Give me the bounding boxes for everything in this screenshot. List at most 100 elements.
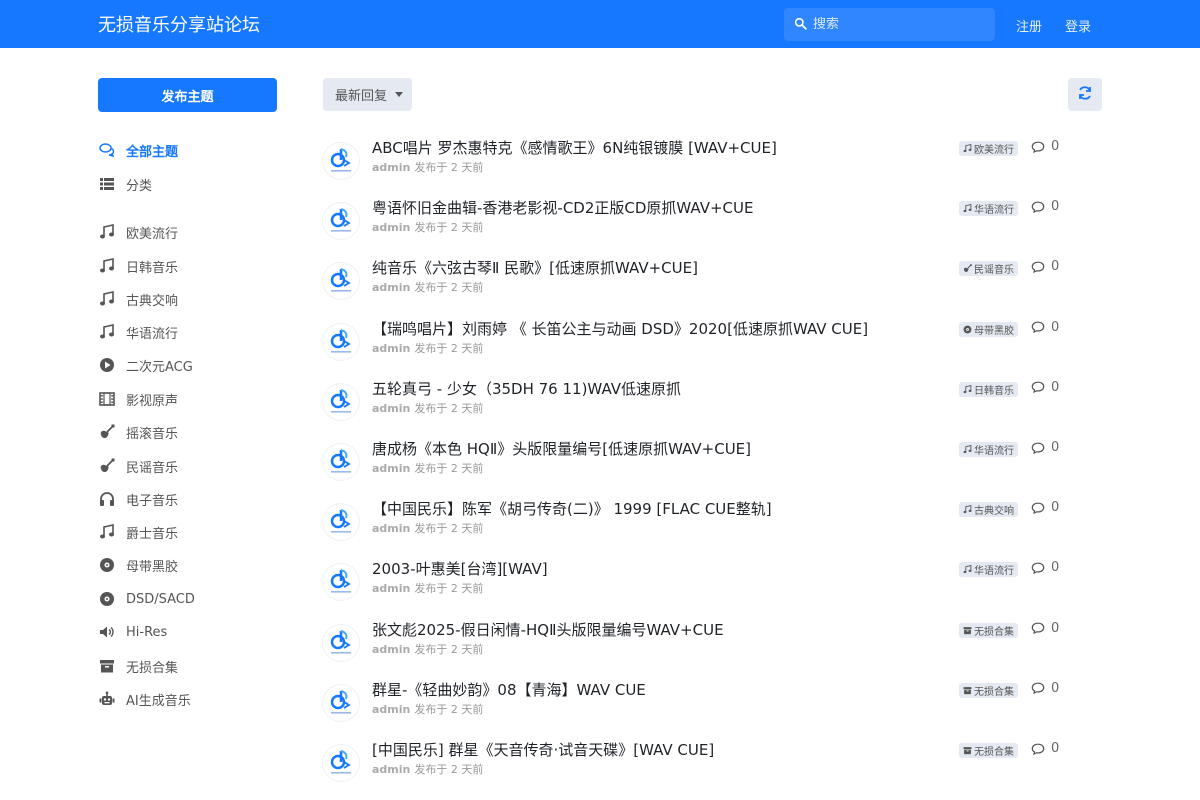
category-tag[interactable]: 华语流行 [959,201,1018,217]
topic-title[interactable]: 群星-《轻曲妙韵》08【青海】WAV CUE [372,679,646,700]
sidebar-item-label: 日韩音乐 [126,260,179,276]
sidebar-item-label: 爵士音乐 [126,526,179,542]
topic-row[interactable]: 群星-《轻曲妙韵》08【青海】WAV CUE admin 发布于 2 天前 无损合集 0 [323,679,1103,737]
topic-author[interactable]: admin [372,221,410,234]
sidebar-item[interactable]: 华语流行 [98,322,178,342]
sidebar-item[interactable]: 电子音乐 [98,489,178,509]
sidebar-item[interactable]: 民谣音乐 [98,456,178,476]
sidebar-item[interactable]: Hi-Res [98,622,167,642]
sidebar-item[interactable]: 母带黑胶 [98,555,178,575]
topic-row[interactable]: 粤语怀旧金曲辑-香港老影视-CD2正版CD原抓WAV+CUE admin 发布于 2… [323,197,1103,255]
record-icon [98,556,116,574]
topic-row[interactable]: 【瑞鸣唱片】刘雨婷 《 长笛公主与动画 DSD》2020[低速原抓WAV CUE… [323,318,1103,376]
site-title[interactable]: 无损音乐分享站论坛 [98,11,260,37]
category-tag[interactable]: 欧美流行 [959,141,1018,156]
sidebar-item[interactable]: 影视原声 [98,389,178,409]
category-tag[interactable]: 华语流行 [959,442,1018,457]
avatar[interactable] [323,143,359,179]
sidebar-item[interactable]: 古典交响 [98,289,178,309]
topic-author[interactable]: admin [372,643,410,656]
sidebar-item[interactable]: 爵士音乐 [98,522,178,542]
topic-author[interactable]: admin [372,281,410,294]
login-link[interactable]: 登录 [1065,16,1091,35]
sidebar-item[interactable]: 摇滚音乐 [98,422,178,442]
music-note-icon [963,384,974,394]
category-tag-label: 古典交响 [974,506,1014,518]
topic-row[interactable]: 2003-叶惠美[台湾][WAV] admin 发布于 2 天前 华语流行 0 [323,558,1103,616]
avatar[interactable] [323,624,359,661]
search-box[interactable] [784,8,995,41]
reply-count-value: 0 [1051,259,1060,275]
avatar[interactable] [323,504,359,541]
topic-author[interactable]: admin [372,342,410,355]
comment-icon [1031,561,1051,575]
sidebar-item[interactable]: 日韩音乐 [98,256,178,276]
topic-row[interactable]: 唐成杨《本色 HQⅡ》头版限量编号[低速原抓WAV+CUE] admin 发布于 2… [323,438,1103,496]
category-tag[interactable]: 华语流行 [959,562,1018,578]
topic-title[interactable]: ABC唱片 罗杰惠特克《感情歌王》6N纯银镀膜 [WAV+CUE] [372,137,777,158]
topic-author[interactable]: admin [372,582,410,595]
topic-author[interactable]: admin [372,161,410,174]
caret-down-icon [395,92,404,97]
topic-time: 发布于 2 天前 [414,401,484,415]
topic-title[interactable]: 粤语怀旧金曲辑-香港老影视-CD2正版CD原抓WAV+CUE [372,197,754,218]
post-topic-button[interactable]: 发布主题 [98,78,277,112]
sidebar-item-label: 古典交响 [126,293,179,309]
topic-author[interactable]: admin [372,522,410,535]
category-tag[interactable]: 日韩音乐 [959,381,1018,397]
topic-author[interactable]: admin [372,462,410,475]
topic-author[interactable]: admin [372,402,410,415]
sidebar-item[interactable]: 欧美流行 [98,222,178,242]
topic-title[interactable]: 唐成杨《本色 HQⅡ》头版限量编号[低速原抓WAV+CUE] [372,438,751,459]
search-icon [794,15,807,34]
avatar[interactable] [323,203,359,240]
reply-count: 0 [1031,320,1059,335]
register-link[interactable]: 注册 [1016,16,1042,35]
topic-row[interactable]: 【中国民乐】陈军《胡弓传奇(二)》 1999 [FLAC CUE整轨] admin… [323,498,1103,556]
avatar[interactable] [323,383,359,420]
topic-title[interactable]: 五轮真弓 - 少女（35DH 76 11)WAV低速原抓 [372,378,681,399]
sidebar-item[interactable]: 无损合集 [98,656,178,676]
sidebar-item[interactable]: DSD/SACD [98,589,195,609]
topic-row[interactable]: ABC唱片 罗杰惠特克《感情歌王》6N纯银镀膜 [WAV+CUE] admin 发布… [323,137,1103,195]
avatar[interactable] [323,323,359,360]
sort-dropdown[interactable]: 最新回复 [323,78,412,111]
topic-meta: admin 发布于 2 天前 [372,340,483,356]
sidebar-item[interactable]: 分类 [98,174,152,194]
search-input[interactable] [813,17,983,32]
reply-count-value: 0 [1051,741,1060,756]
archive-icon [963,686,974,695]
topic-row[interactable]: 五轮真弓 - 少女（35DH 76 11)WAV低速原抓 admin 发布于 2 天… [323,378,1103,436]
topic-author[interactable]: admin [372,703,410,716]
refresh-icon [1077,85,1093,105]
sidebar-item[interactable]: 二次元ACG [98,355,193,375]
topic-title[interactable]: 张文彪2025-假日闲情-HQⅡ头版限量编号WAV+CUE [372,619,724,640]
topic-title[interactable]: 【中国民乐】陈军《胡弓传奇(二)》 1999 [FLAC CUE整轨] [372,498,772,519]
topic-title[interactable]: [中国民乐] 群星《天音传奇·试音天碟》[WAV CUE] [372,739,714,760]
reply-count: 0 [1031,259,1059,274]
category-tag[interactable]: 无损合集 [959,622,1018,638]
category-tag[interactable]: 古典交响 [959,502,1018,518]
topic-title[interactable]: 2003-叶惠美[台湾][WAV] [372,558,548,579]
comments-icon [98,141,116,159]
topic-row[interactable]: [中国民乐] 群星《天音传奇·试音天碟》[WAV CUE] admin 发布于 2 … [323,739,1103,797]
avatar[interactable] [323,564,359,601]
sidebar-item[interactable]: AI生成音乐 [98,689,191,709]
avatar[interactable] [323,745,359,781]
topic-row[interactable]: 张文彪2025-假日闲情-HQⅡ头版限量编号WAV+CUE admin 发布于 2 … [323,619,1103,677]
list-icon [98,175,116,193]
topic-row[interactable]: 纯音乐《六弦古琴Ⅱ 民歌》[低速原抓WAV+CUE] admin 发布于 2 天前 民… [323,257,1103,315]
category-tag[interactable]: 民谣音乐 [959,261,1018,277]
category-tag[interactable]: 无损合集 [959,743,1018,758]
avatar[interactable] [323,263,359,300]
topic-title[interactable]: 纯音乐《六弦古琴Ⅱ 民歌》[低速原抓WAV+CUE] [372,257,698,278]
category-tag[interactable]: 母带黑胶 [959,321,1018,337]
refresh-button[interactable] [1068,78,1102,111]
film-icon [98,390,116,408]
avatar[interactable] [323,684,359,721]
topic-title[interactable]: 【瑞鸣唱片】刘雨婷 《 长笛公主与动画 DSD》2020[低速原抓WAV CUE… [372,318,868,339]
category-tag[interactable]: 无损合集 [959,682,1018,698]
sidebar-item[interactable]: 全部主题 [98,140,178,160]
topic-author[interactable]: admin [372,763,410,776]
avatar[interactable] [323,444,359,480]
